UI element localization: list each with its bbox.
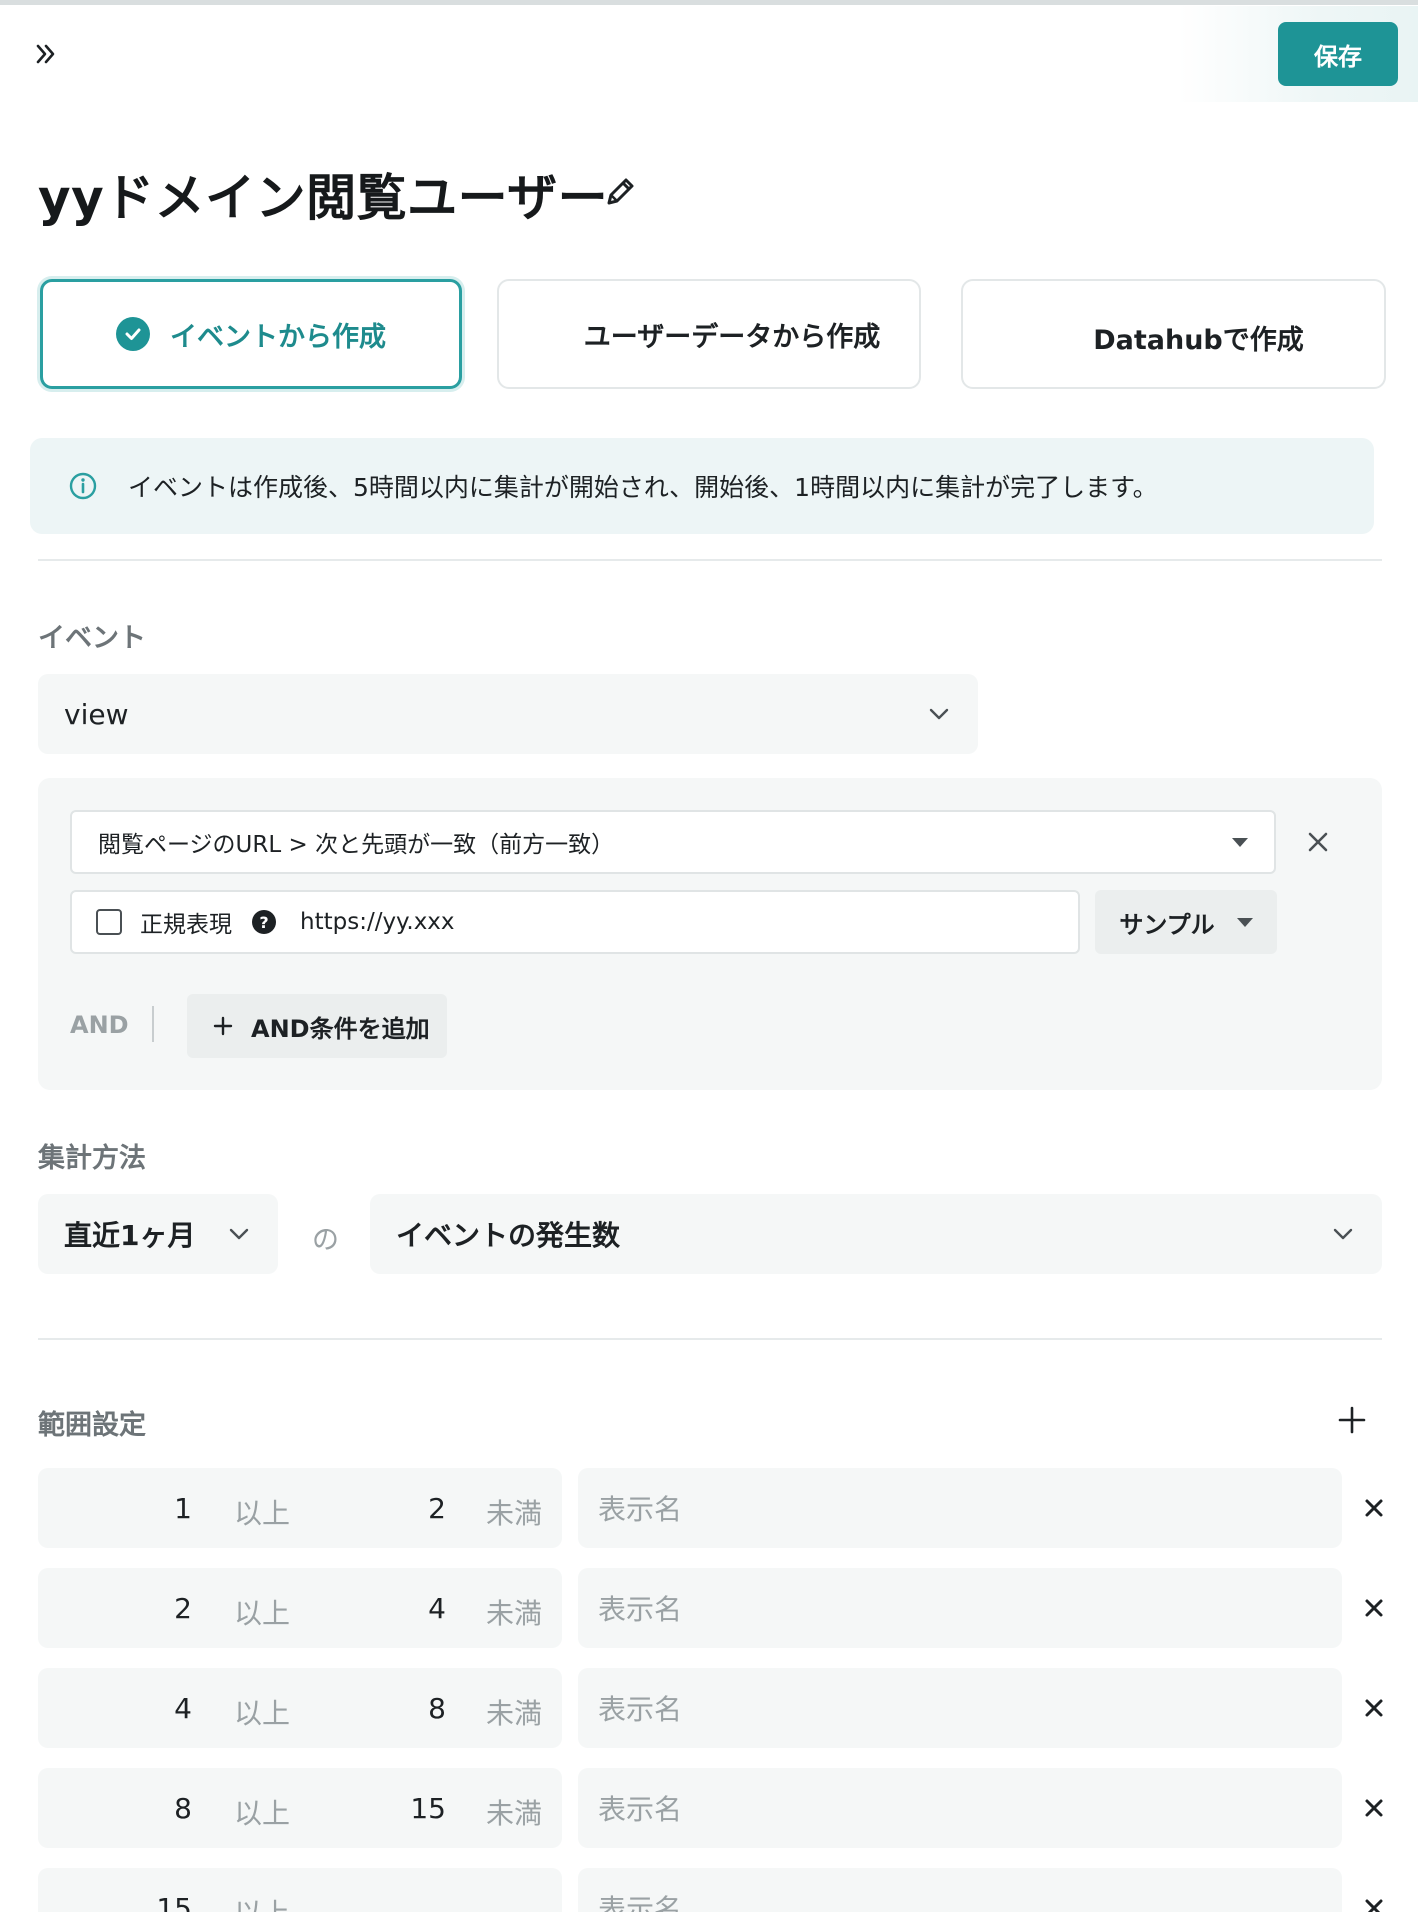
range-lt-label: 未満 bbox=[486, 1597, 543, 1630]
plus-icon bbox=[1338, 1406, 1366, 1434]
add-range-button[interactable] bbox=[1334, 1402, 1370, 1438]
event-select-value: view bbox=[64, 697, 129, 731]
chevron-down-icon bbox=[1333, 1228, 1353, 1240]
event-section-label: イベント bbox=[38, 623, 146, 654]
close-icon[interactable] bbox=[1354, 1688, 1394, 1728]
close-icon[interactable] bbox=[1354, 1788, 1394, 1828]
double-chevron-right-icon bbox=[36, 44, 55, 64]
range-ge-label: 以上 bbox=[234, 1892, 290, 1912]
tab-label: Datahubで作成 bbox=[1093, 324, 1304, 356]
range-display-name-input[interactable]: 表示名 bbox=[578, 1568, 1342, 1648]
add-and-condition-button[interactable]: AND条件を追加 bbox=[187, 994, 447, 1058]
chevron-down-icon bbox=[229, 1228, 249, 1240]
chevron-down-icon bbox=[929, 708, 949, 720]
caret-down-icon bbox=[1236, 917, 1253, 927]
info-banner: イベントは作成後、5時間以内に集計が開始され、開始後、1時間以内に集計が完了しま… bbox=[30, 438, 1374, 534]
close-icon[interactable] bbox=[1354, 1888, 1394, 1912]
range-display-name-input[interactable]: 表示名 bbox=[578, 1668, 1342, 1748]
range-bounds: 2 以上 4 未満 bbox=[38, 1568, 562, 1648]
range-row: 4 以上 8 未満 表示名 bbox=[38, 1668, 1383, 1748]
close-icon bbox=[1308, 832, 1328, 852]
filter-value-field: 正規表現 ? https://yy.xxx bbox=[70, 890, 1080, 954]
tab-create-with-datahub[interactable]: Datahubで作成 bbox=[961, 279, 1386, 389]
range-ge-label: 以上 bbox=[234, 1497, 291, 1530]
top-border bbox=[0, 0, 1418, 5]
range-min-input[interactable]: 2 bbox=[174, 1592, 192, 1625]
range-ge-label: 以上 bbox=[234, 1697, 291, 1730]
aggregation-period-select[interactable]: 直近1ヶ月 bbox=[38, 1194, 278, 1274]
aggregation-section-label: 集計方法 bbox=[38, 1143, 146, 1174]
range-display-name-input[interactable]: 表示名 bbox=[578, 1868, 1342, 1912]
range-bounds: 4 以上 8 未満 bbox=[38, 1668, 562, 1748]
range-max-input[interactable]: 2 bbox=[428, 1492, 446, 1525]
close-icon[interactable] bbox=[1354, 1588, 1394, 1628]
range-max-input[interactable]: 4 bbox=[428, 1592, 446, 1625]
aggregation-metric-value: イベントの発生数 bbox=[396, 1219, 621, 1252]
regex-checkbox[interactable] bbox=[96, 909, 122, 935]
range-lt-label: 未満 bbox=[486, 1697, 543, 1730]
range-min-input[interactable]: 1 bbox=[174, 1492, 192, 1525]
info-icon bbox=[69, 472, 97, 500]
range-min-input[interactable]: 4 bbox=[174, 1692, 192, 1725]
range-display-name-input[interactable]: 表示名 bbox=[578, 1768, 1342, 1848]
remove-filter-button[interactable] bbox=[1298, 822, 1338, 862]
add-and-condition-label: AND条件を追加 bbox=[251, 1014, 430, 1043]
edit-title-button[interactable] bbox=[600, 172, 640, 212]
divider bbox=[38, 559, 1382, 561]
range-section-label: 範囲設定 bbox=[38, 1410, 146, 1441]
aggregation-metric-select[interactable]: イベントの発生数 bbox=[370, 1194, 1382, 1274]
range-display-name-input[interactable]: 表示名 bbox=[578, 1468, 1342, 1548]
caret-down-icon bbox=[1232, 837, 1248, 847]
range-bounds: 1 以上 2 未満 bbox=[38, 1468, 562, 1548]
check-circle-icon bbox=[116, 317, 150, 351]
range-min-input[interactable]: 8 bbox=[174, 1792, 192, 1825]
range-row: 8 以上 15 未満 表示名 bbox=[38, 1768, 1383, 1848]
filter-condition-value: 閲覧ページのURL > 次と先頭が一致（前方一致） bbox=[98, 832, 615, 858]
help-icon[interactable]: ? bbox=[252, 910, 276, 934]
tab-label: ユーザーデータから作成 bbox=[583, 321, 881, 353]
range-lt-label: 未満 bbox=[486, 1797, 543, 1830]
tab-create-from-event[interactable]: イベントから作成 bbox=[40, 279, 462, 389]
range-ge-label: 以上 bbox=[234, 1597, 291, 1630]
plus-icon bbox=[213, 1016, 233, 1036]
aggregation-connector: の bbox=[312, 1225, 339, 1256]
save-button[interactable]: 保存 bbox=[1278, 22, 1398, 86]
and-label: AND bbox=[70, 1011, 129, 1039]
expand-sidebar-button[interactable] bbox=[30, 38, 62, 70]
event-select[interactable]: view bbox=[38, 674, 978, 754]
info-message: イベントは作成後、5時間以内に集計が開始され、開始後、1時間以内に集計が完了しま… bbox=[128, 473, 1158, 502]
range-row: 1 以上 2 未満 表示名 bbox=[38, 1468, 1383, 1548]
tab-create-from-user-data[interactable]: ユーザーデータから作成 bbox=[497, 279, 921, 389]
and-separator bbox=[152, 1006, 154, 1042]
range-max-input[interactable]: 8 bbox=[428, 1692, 446, 1725]
page-title: yyドメイン閲覧ユーザー bbox=[38, 169, 609, 227]
regex-label: 正規表現 bbox=[140, 912, 232, 938]
pencil-icon bbox=[607, 178, 634, 205]
filter-value-text[interactable]: https://yy.xxx bbox=[300, 909, 455, 935]
range-row: 2 以上 4 未満 表示名 bbox=[38, 1568, 1383, 1648]
range-bounds: 8 以上 15 未満 bbox=[38, 1768, 562, 1848]
range-bounds: 15 以上 bbox=[38, 1868, 562, 1912]
divider bbox=[38, 1338, 1382, 1340]
aggregation-period-value: 直近1ヶ月 bbox=[64, 1219, 196, 1252]
tab-label: イベントから作成 bbox=[170, 321, 386, 353]
range-ge-label: 以上 bbox=[234, 1797, 291, 1830]
close-icon[interactable] bbox=[1354, 1488, 1394, 1528]
sample-button[interactable]: サンプル bbox=[1095, 890, 1277, 954]
filter-condition-select[interactable]: 閲覧ページのURL > 次と先頭が一致（前方一致） bbox=[70, 810, 1276, 874]
range-max-input[interactable]: 15 bbox=[410, 1792, 446, 1825]
range-lt-label: 未満 bbox=[486, 1497, 543, 1530]
range-row: 15 以上 表示名 bbox=[38, 1868, 1383, 1912]
sample-label: サンプル bbox=[1119, 910, 1215, 939]
range-min-input[interactable]: 15 bbox=[156, 1892, 192, 1912]
